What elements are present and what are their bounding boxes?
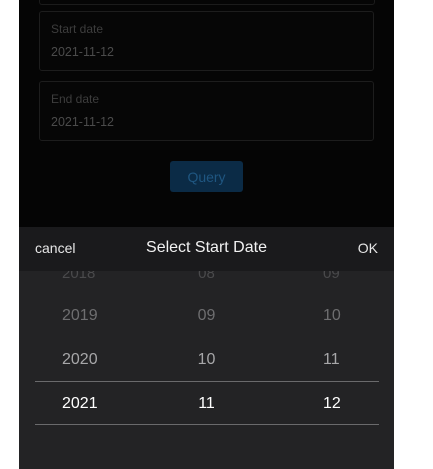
month-option[interactable]: 10: [144, 351, 269, 369]
year-wheel[interactable]: 2018 2019 2020 2021: [19, 271, 144, 469]
selection-indicator-top: [35, 381, 379, 382]
query-button[interactable]: Query: [170, 161, 243, 192]
year-option[interactable]: 2018: [19, 271, 144, 282]
year-option[interactable]: 2019: [19, 307, 144, 325]
picker-title: Select Start Date: [146, 239, 267, 256]
start-date-value: 2021-11-12: [51, 45, 115, 59]
picker-header: cancel Select Start Date OK: [19, 227, 394, 271]
day-option[interactable]: 11: [269, 351, 394, 369]
month-option[interactable]: 09: [144, 307, 269, 325]
month-option[interactable]: 08: [144, 271, 269, 282]
month-option-selected[interactable]: 11: [144, 395, 269, 413]
year-option[interactable]: 2020: [19, 351, 144, 369]
end-date-field[interactable]: End date 2021-11-12: [39, 81, 374, 141]
date-query-form: Start date 2021-11-12 End date 2021-11-1…: [19, 0, 394, 227]
start-date-label: Start date: [51, 22, 104, 36]
day-wheel[interactable]: 09 10 11 12: [269, 271, 394, 469]
end-date-value: 2021-11-12: [51, 115, 115, 129]
previous-field-edge: [39, 0, 375, 5]
ok-button[interactable]: OK: [358, 240, 378, 256]
selection-indicator-bottom: [35, 424, 379, 425]
end-date-label: End date: [51, 92, 100, 106]
day-option-selected[interactable]: 12: [269, 395, 394, 413]
month-wheel[interactable]: 08 09 10 11: [144, 271, 269, 469]
phone-screen: Start date 2021-11-12 End date 2021-11-1…: [19, 0, 394, 469]
day-option[interactable]: 09: [269, 271, 394, 282]
day-option[interactable]: 10: [269, 307, 394, 325]
date-picker-sheet: cancel Select Start Date OK 2018 2019 20…: [19, 227, 394, 469]
picker-wheels: 2018 2019 2020 2021 08 09 10 11 09 10 11…: [19, 271, 394, 469]
year-option-selected[interactable]: 2021: [19, 395, 144, 413]
start-date-field[interactable]: Start date 2021-11-12: [39, 11, 374, 71]
